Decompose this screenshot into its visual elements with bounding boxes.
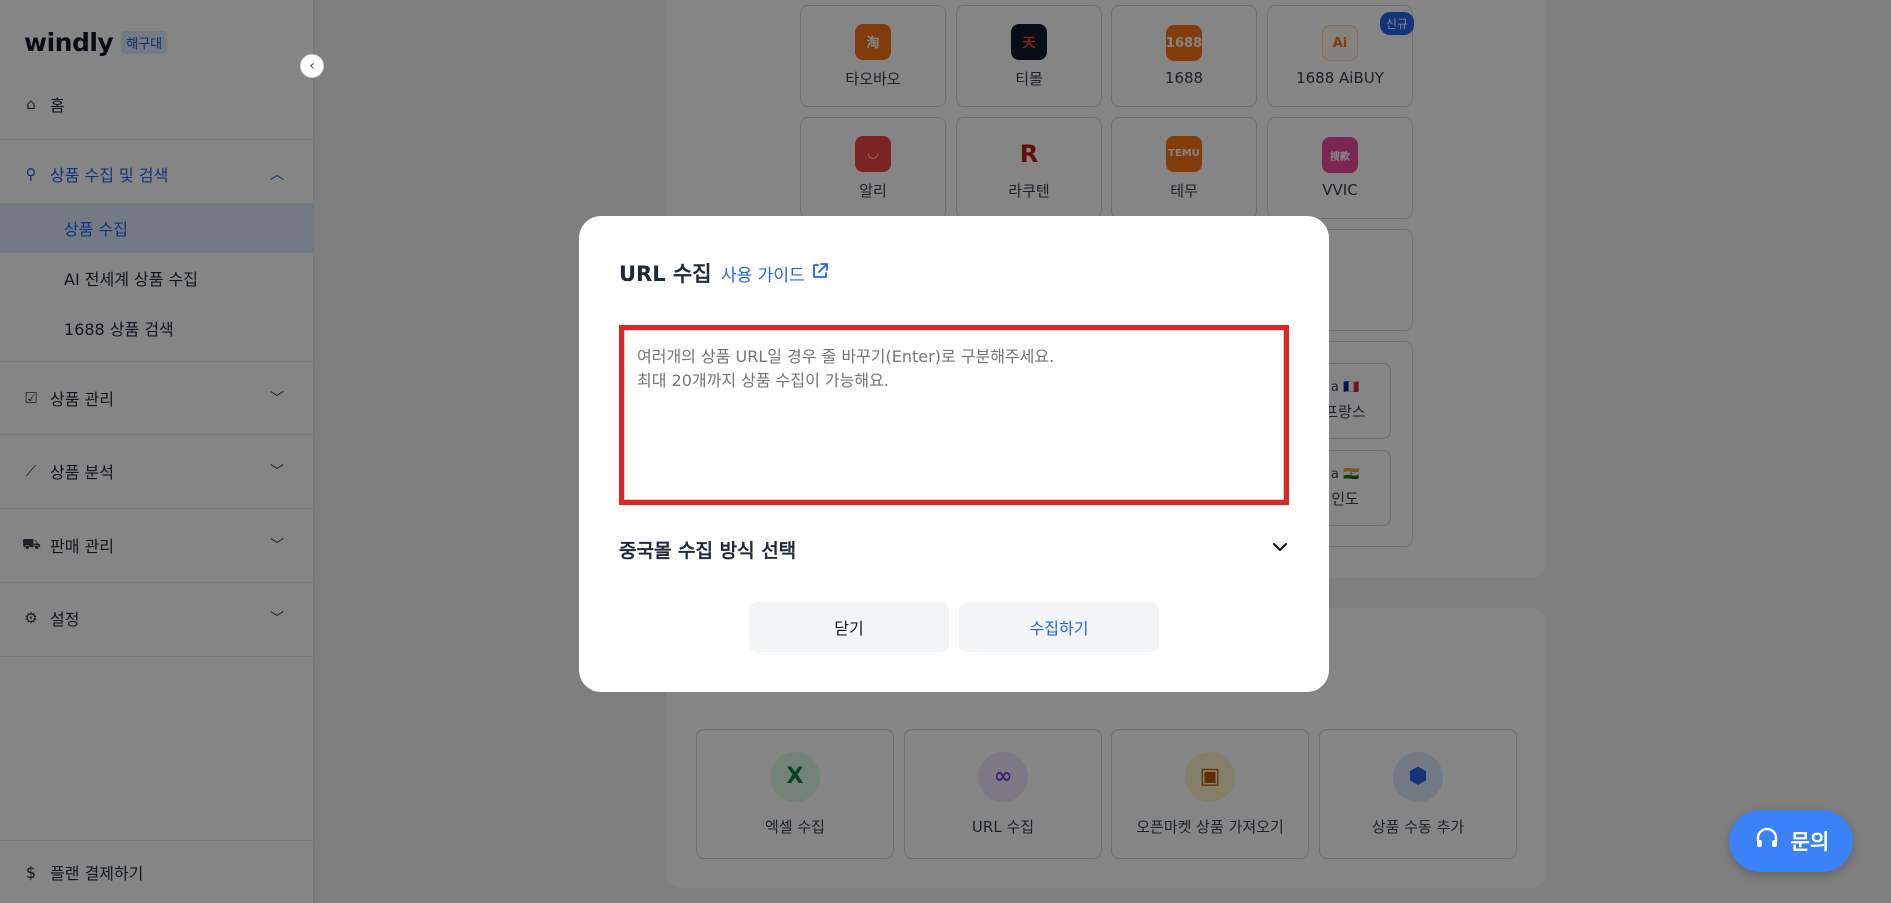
- china-mall-method-label: 중국몰 수집 방식 선택: [619, 539, 797, 562]
- external-link-icon: [811, 262, 829, 285]
- close-button[interactable]: 닫기: [749, 602, 949, 652]
- china-mall-method-select[interactable]: 중국몰 수집 방식 선택: [619, 529, 1289, 569]
- guide-link-label: 사용 가이드: [721, 266, 805, 286]
- url-textarea-highlight: [619, 325, 1289, 505]
- guide-link[interactable]: 사용 가이드: [721, 261, 829, 286]
- sidebar-collapse-button[interactable]: ‹: [300, 54, 324, 78]
- headset-icon: [1753, 825, 1781, 858]
- chevron-down-icon: [1271, 538, 1289, 560]
- inquiry-label: 문의: [1790, 830, 1830, 854]
- collect-button[interactable]: 수집하기: [959, 602, 1159, 652]
- chevron-left-icon: ‹: [309, 58, 315, 74]
- inquiry-button[interactable]: 문의: [1729, 810, 1853, 872]
- url-textarea[interactable]: [624, 330, 1284, 500]
- url-collect-modal: URL 수집 사용 가이드 중국몰 수집 방식 선택 닫기 수집하기: [579, 216, 1329, 692]
- modal-title: URL 수집: [619, 262, 712, 286]
